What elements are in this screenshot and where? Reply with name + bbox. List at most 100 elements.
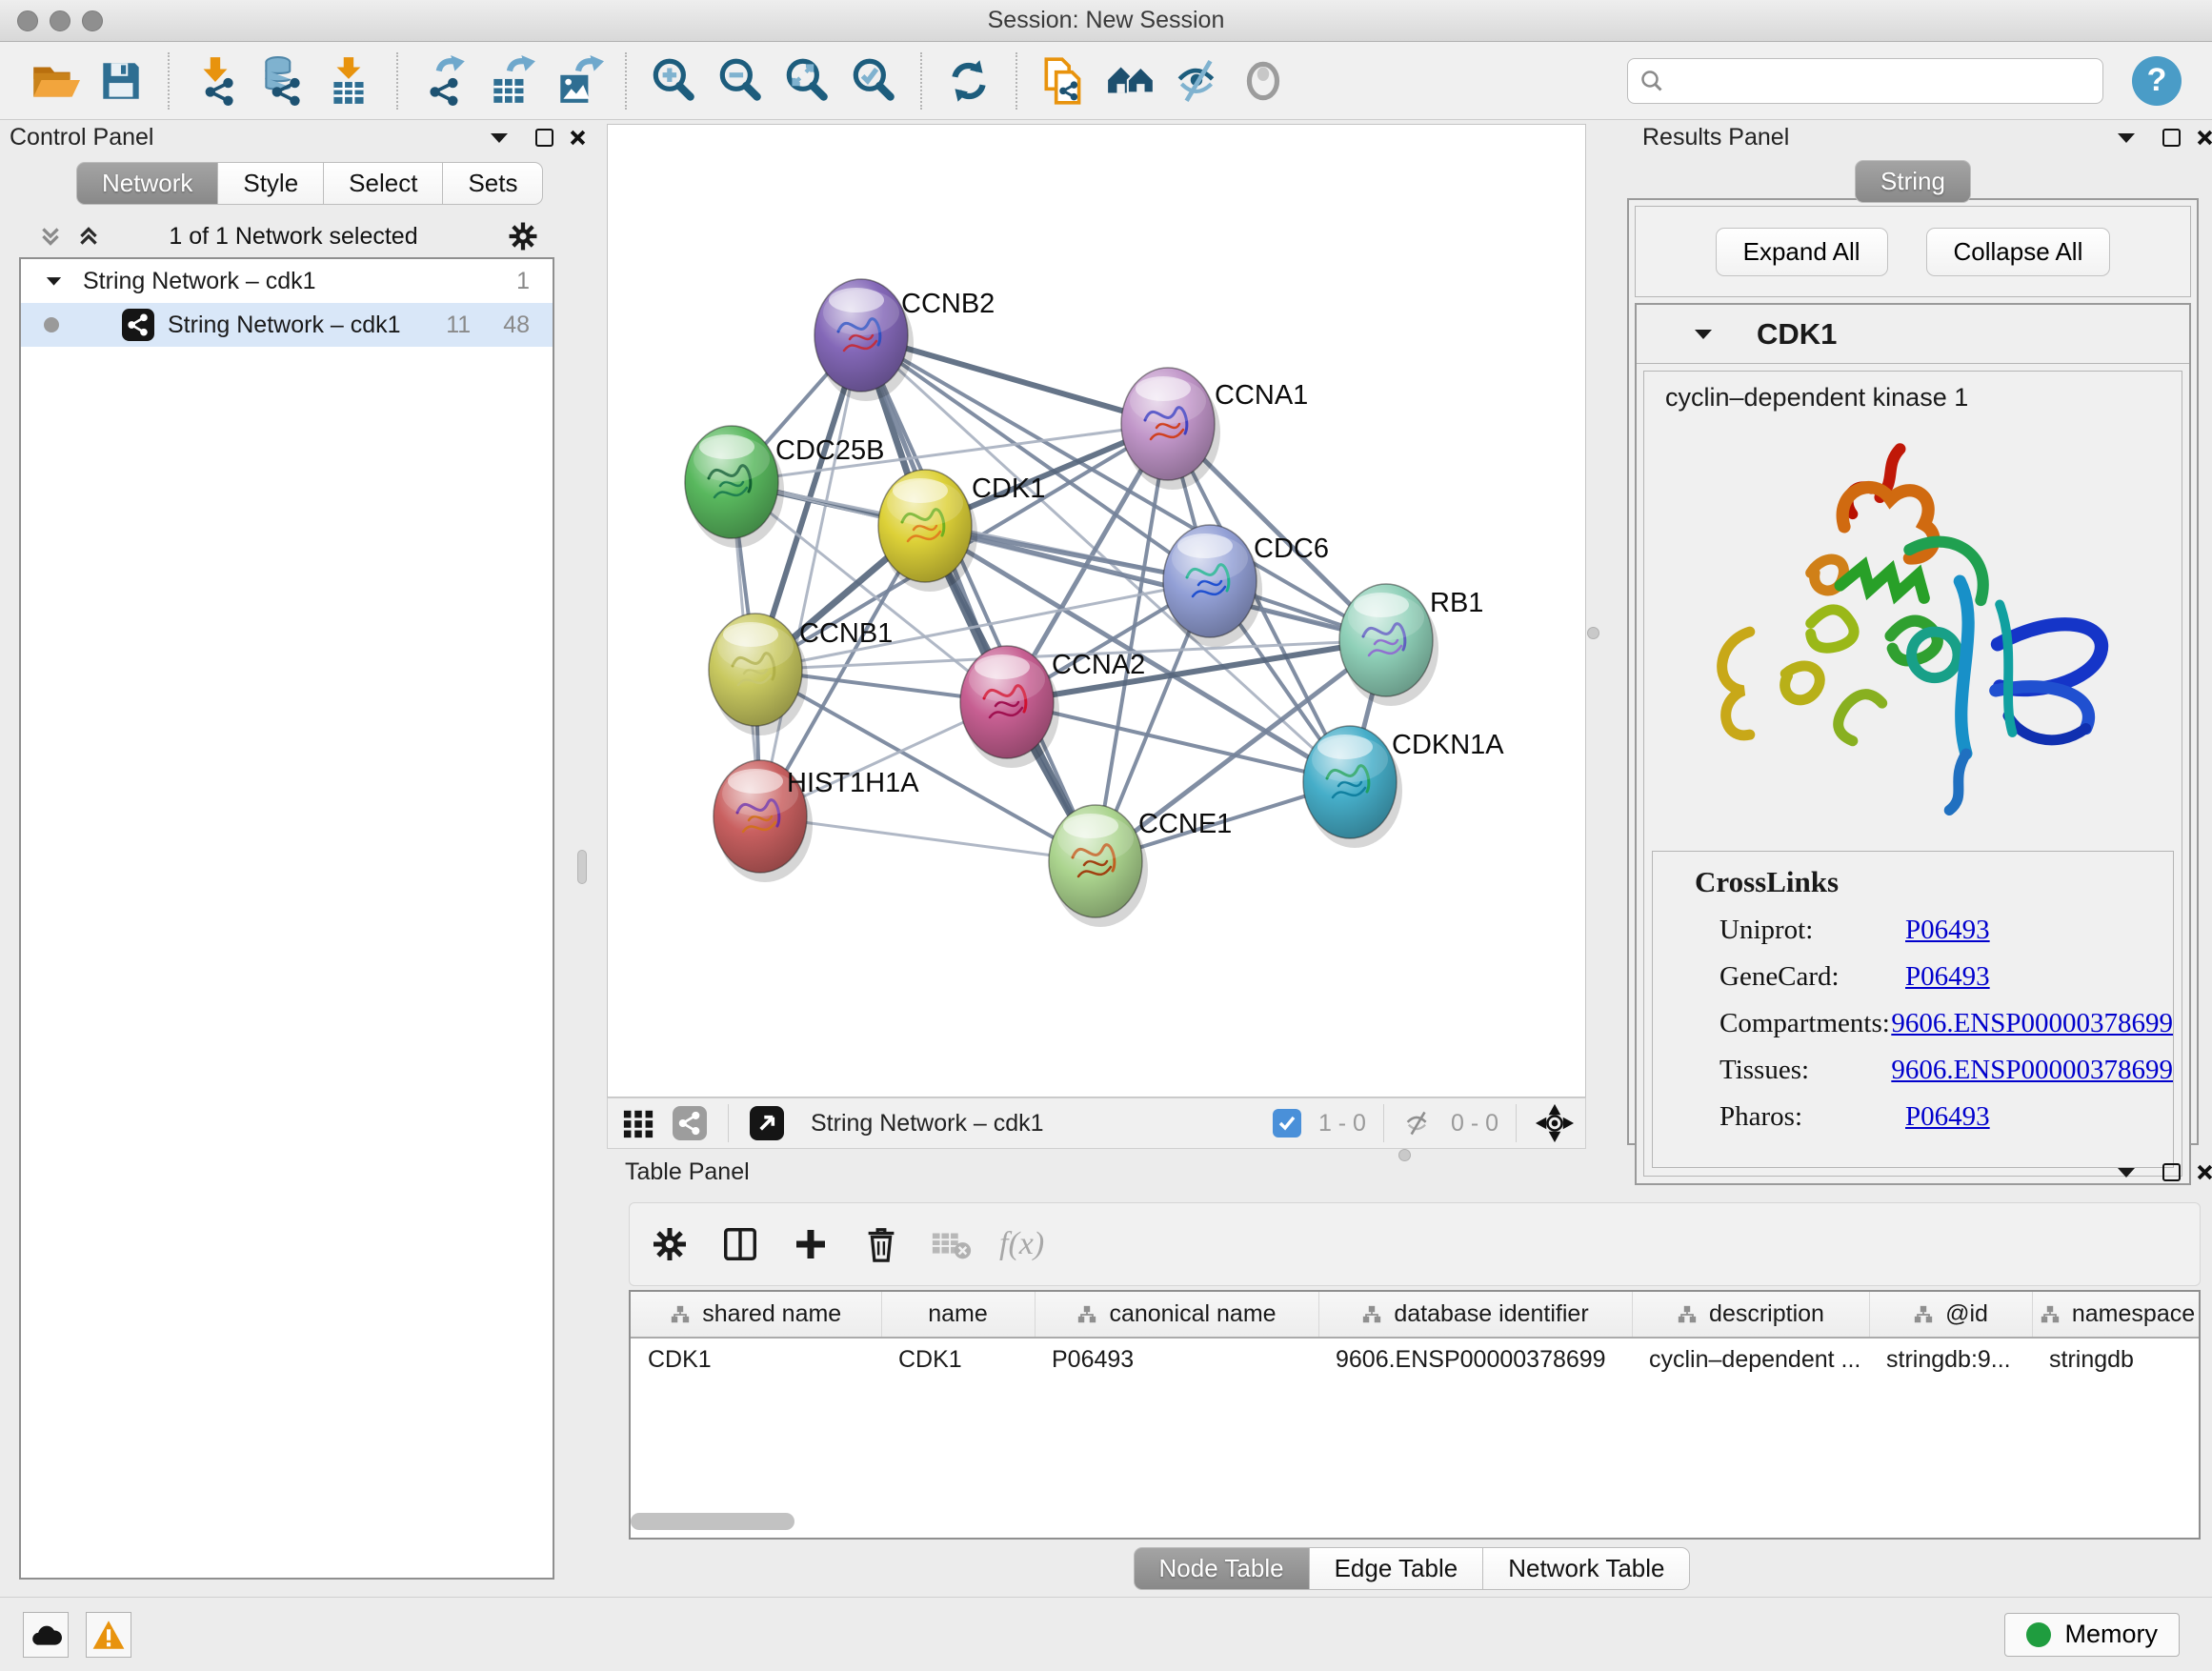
crosslink-uniprot-link[interactable]: P06493 [1905,915,1990,946]
protein-section-header[interactable]: CDK1 [1637,305,2189,364]
zoom-fit-button[interactable] [780,54,834,108]
highlight-button[interactable] [1237,54,1291,108]
results-panel-close-icon[interactable] [2197,130,2212,146]
export-image-button[interactable] [552,54,605,108]
import-network-from-database-button[interactable] [256,54,310,108]
results-panel-collapse-icon[interactable] [2117,131,2136,144]
network-share-button[interactable] [669,1102,711,1144]
duplicate-network-button[interactable] [1037,54,1091,108]
expand-all-networks-icon[interactable] [38,224,63,249]
search-field[interactable] [1627,58,2103,104]
string-home-button[interactable] [1104,54,1157,108]
memory-button[interactable]: Memory [2004,1613,2180,1657]
control-panel-float-icon[interactable] [535,129,553,147]
cell-database-identifier[interactable]: 9606.ENSP00000378699 [1318,1338,1632,1381]
crosslink-row: Tissues: 9606.ENSP00000378699 [1653,1055,2173,1086]
status-bar: Memory [0,1597,2212,1671]
network-row-selected[interactable]: String Network – cdk1 11 48 [21,303,553,347]
tab-network-table[interactable]: Network Table [1483,1547,1690,1590]
hidden-node-edge-count: 0 - 0 [1451,1110,1498,1137]
control-panel-collapse-icon[interactable] [490,131,509,144]
column-type-icon [1361,1304,1382,1325]
zoom-out-button[interactable] [714,54,767,108]
collapse-all-button[interactable]: Collapse All [1926,228,2111,276]
crosslink-genecard-link[interactable]: P06493 [1905,961,1990,993]
column-header-name[interactable]: name [881,1292,1035,1338]
column-type-icon [1076,1304,1097,1325]
section-collapse-icon[interactable] [1694,328,1713,340]
column-header-namespace[interactable]: namespace [2032,1292,2201,1338]
help-button[interactable]: ? [2132,56,2182,106]
table-options-gear-button[interactable] [647,1221,693,1267]
protein-ribbon-diagram [1679,426,2174,836]
cloud-status-button[interactable] [23,1612,69,1658]
open-in-new-window-button[interactable] [746,1102,788,1144]
collection-expand-icon[interactable] [46,275,62,287]
column-type-icon [2040,1304,2061,1325]
external-arrow-icon [750,1106,784,1140]
tab-select[interactable]: Select [324,162,443,205]
cell-shared-name[interactable]: CDK1 [631,1338,881,1381]
network-collection-row[interactable]: String Network – cdk1 1 [21,259,553,303]
open-session-button[interactable] [28,54,81,108]
search-input[interactable] [1672,68,2091,94]
left-splitter-handle[interactable] [577,850,587,884]
expand-all-button[interactable]: Expand All [1716,228,1888,276]
table-horizontal-scrollbar[interactable] [631,1513,794,1530]
cell-id[interactable]: stringdb:9... [1869,1338,2032,1381]
cell-name[interactable]: CDK1 [881,1338,1035,1381]
selected-checkbox-icon[interactable] [1273,1109,1301,1137]
column-header-database-identifier[interactable]: database identifier [1318,1292,1632,1338]
cell-description[interactable]: cyclin–dependent ... [1632,1338,1869,1381]
results-panel-float-icon[interactable] [2162,129,2181,147]
string-network-graph[interactable]: CCNB2CCNA1CDC25BCDK1CDC6RB1CCNB1CCNA2CDK… [608,125,1585,1097]
control-panel-close-icon[interactable] [570,130,586,146]
toggle-visibility-button[interactable] [1171,54,1224,108]
refresh-view-button[interactable] [942,54,995,108]
tab-edge-table[interactable]: Edge Table [1310,1547,1484,1590]
show-columns-button[interactable] [717,1221,763,1267]
column-header-id[interactable]: @id [1869,1292,2032,1338]
create-column-button[interactable] [788,1221,834,1267]
right-splitter-handle[interactable] [1587,627,1599,639]
table-row[interactable]: CDK1 CDK1 P06493 9606.ENSP00000378699 cy… [631,1338,2201,1381]
delete-column-button[interactable] [858,1221,904,1267]
crosslink-compartments-link[interactable]: 9606.ENSP00000378699 [1891,1008,2173,1039]
column-header-canonical-name[interactable]: canonical name [1035,1292,1318,1338]
tab-sets[interactable]: Sets [443,162,543,205]
table-panel-close-icon[interactable] [2197,1164,2212,1180]
network-list: String Network – cdk1 1 String Network –… [19,257,554,1580]
crosslink-tissues-link[interactable]: 9606.ENSP00000378699 [1891,1055,2173,1086]
birdseye-grid-button[interactable] [617,1102,659,1144]
tab-style[interactable]: Style [218,162,324,205]
table-panel-collapse-icon[interactable] [2117,1166,2136,1178]
tab-string[interactable]: String [1855,160,1971,203]
table-panel-float-icon[interactable] [2162,1163,2181,1181]
table-panel-tabs: Node Table Edge Table Network Table [617,1547,2206,1590]
zoom-fit-icon [781,55,833,107]
crosslink-pharos-link[interactable]: P06493 [1905,1101,1990,1133]
clone-document-icon [1038,55,1090,107]
save-session-button[interactable] [94,54,148,108]
tab-network[interactable]: Network [76,162,218,205]
main-toolbar: ? [0,42,2212,120]
column-header-description[interactable]: description [1632,1292,1869,1338]
crosslinks-title: CrossLinks [1653,865,2173,899]
warnings-button[interactable] [86,1612,131,1658]
import-table-button[interactable] [323,54,376,108]
network-options-gear-icon[interactable] [507,220,539,252]
zoom-selected-button[interactable] [847,54,900,108]
column-header-shared-name[interactable]: shared name [631,1292,881,1338]
cell-canonical-name[interactable]: P06493 [1035,1338,1318,1381]
table-header-row: shared name name canonical name database… [631,1292,2201,1338]
export-table-button[interactable] [485,54,538,108]
network-canvas[interactable]: CCNB2CCNA1CDC25BCDK1CDC6RB1CCNB1CCNA2CDK… [607,124,1586,1097]
navigate-crosshair-button[interactable] [1534,1102,1576,1144]
import-network-button[interactable] [190,54,243,108]
tab-node-table[interactable]: Node Table [1134,1547,1310,1590]
cell-namespace[interactable]: stringdb [2032,1338,2201,1381]
zoom-in-button[interactable] [647,54,700,108]
export-network-button[interactable] [418,54,472,108]
collapse-all-networks-icon[interactable] [76,224,101,249]
crosslink-row: Pharos: P06493 [1653,1101,2173,1133]
